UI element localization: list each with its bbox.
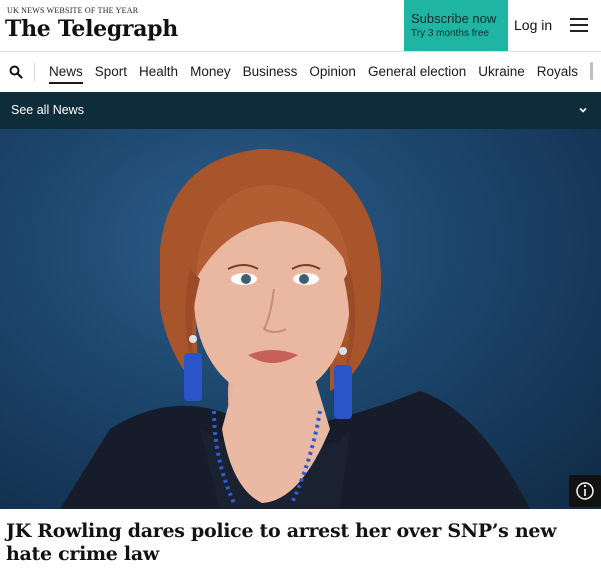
see-all-news-label: See all News [11,103,84,117]
info-icon[interactable] [569,475,601,507]
chevron-down-icon[interactable] [579,106,587,114]
article-hero-image[interactable] [0,129,601,509]
site-tagline: UK NEWS WEBSITE OF THE YEAR [7,6,139,15]
telegraph-logo[interactable]: The Telegraph [5,16,178,42]
nav-item-general-election[interactable]: General election [368,52,466,92]
nav-item-business[interactable]: Business [243,52,298,92]
see-all-news-bar[interactable]: See all News [0,92,601,129]
section-nav: News Sport Health Money Business Opinion… [0,52,601,92]
article-headline[interactable]: JK Rowling dares police to arrest her ov… [6,520,596,566]
nav-items: News Sport Health Money Business Opinion… [49,52,590,92]
subscribe-button[interactable]: Subscribe now Try 3 months free [404,0,508,51]
nav-scrollbar[interactable] [590,62,593,80]
nav-item-news[interactable]: News [49,52,83,92]
subscribe-label: Subscribe now [411,11,497,26]
login-link[interactable]: Log in [514,17,552,33]
site-header: UK NEWS WEBSITE OF THE YEAR The Telegrap… [0,0,601,52]
nav-divider [34,63,35,81]
nav-item-money[interactable]: Money [190,52,231,92]
nav-item-opinion[interactable]: Opinion [309,52,356,92]
nav-item-royals[interactable]: Royals [537,52,578,92]
nav-item-ukraine[interactable]: Ukraine [478,52,525,92]
subscribe-offer: Try 3 months free [411,28,489,39]
nav-item-health[interactable]: Health [139,52,178,92]
nav-item-sport[interactable]: Sport [95,52,127,92]
portrait-illustration [60,148,530,509]
hamburger-menu-icon[interactable] [570,18,588,32]
search-icon[interactable] [9,65,23,79]
